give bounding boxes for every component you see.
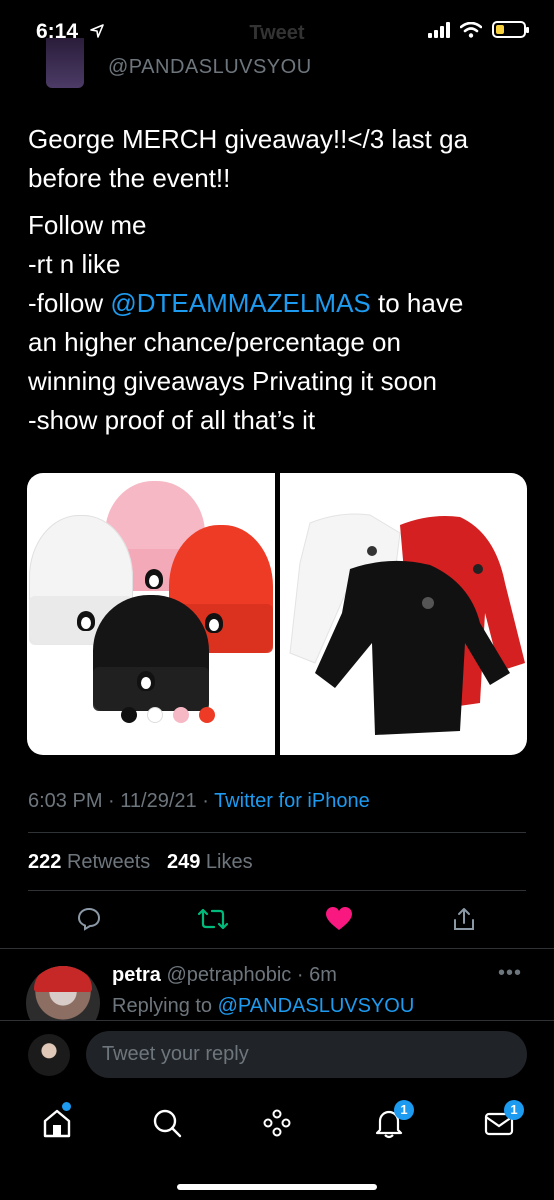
mention-link[interactable]: @DTEAMMAZELMAS bbox=[110, 288, 370, 318]
media-image-beanies[interactable] bbox=[27, 473, 275, 755]
reply-input[interactable]: Tweet your reply bbox=[86, 1031, 527, 1078]
penguin-logo bbox=[77, 611, 95, 631]
more-options-icon[interactable]: ••• bbox=[498, 962, 522, 985]
media-image-sweaters[interactable] bbox=[279, 473, 527, 755]
tweet-stats: 222 Retweets 249 Likes bbox=[28, 851, 253, 874]
status-indicators bbox=[428, 21, 529, 38]
retweets-count[interactable]: 222 bbox=[28, 851, 61, 873]
divider bbox=[28, 832, 526, 833]
tweet-actions bbox=[0, 900, 554, 944]
wifi-icon bbox=[460, 21, 482, 38]
share-icon bbox=[454, 908, 474, 930]
tweet-text-line: -follow @DTEAMMAZELMAS to have bbox=[28, 284, 538, 323]
reply-author[interactable]: petra @petraphobic · 6m bbox=[112, 964, 337, 987]
tweet-text-line: an higher chance/percentage on bbox=[28, 327, 401, 357]
heart-icon bbox=[326, 907, 352, 930]
replying-prefix: Replying to bbox=[112, 995, 218, 1017]
spaces-icon bbox=[263, 1109, 291, 1137]
meta-separator: · bbox=[196, 790, 215, 812]
tweet-media bbox=[27, 473, 527, 755]
likes-count[interactable]: 249 bbox=[167, 851, 200, 873]
penguin-logo bbox=[205, 613, 223, 633]
tweet-text: George MERCH giveaway!!</3 last ga befor… bbox=[28, 120, 538, 448]
like-button[interactable] bbox=[325, 906, 353, 937]
replying-to: Replying to @PANDASLUVSYOU bbox=[112, 995, 414, 1018]
messages-badge: 1 bbox=[504, 1100, 524, 1120]
home-indicator bbox=[177, 1184, 377, 1190]
tweet-text-line: George MERCH giveaway!!</3 last ga bbox=[28, 124, 469, 154]
tweet-date: 11/29/21 bbox=[120, 790, 197, 812]
divider bbox=[0, 948, 554, 949]
reply-time: 6m bbox=[309, 964, 337, 986]
battery-icon bbox=[492, 21, 529, 38]
tab-spaces[interactable] bbox=[260, 1106, 294, 1140]
color-swatch bbox=[173, 707, 189, 723]
color-swatch bbox=[121, 707, 137, 723]
notifications-badge: 1 bbox=[394, 1100, 414, 1120]
author-handle[interactable]: @PANDASLUVSYOU bbox=[108, 56, 312, 79]
home-icon bbox=[43, 1109, 71, 1138]
likes-label[interactable]: Likes bbox=[206, 851, 253, 873]
reply-button[interactable] bbox=[76, 906, 102, 937]
author-avatar[interactable] bbox=[46, 38, 84, 88]
divider bbox=[28, 890, 526, 891]
tab-search[interactable] bbox=[150, 1106, 184, 1140]
reply-author-name[interactable]: petra bbox=[112, 964, 161, 986]
tweet-text-fragment: -follow bbox=[28, 288, 111, 318]
retweet-icon bbox=[197, 908, 229, 930]
home-new-dot bbox=[62, 1102, 71, 1111]
reply-author-handle[interactable]: @petraphobic bbox=[166, 964, 291, 986]
tweet-time: 6:03 PM bbox=[28, 790, 103, 812]
tweet-text-fragment: to have bbox=[370, 288, 464, 318]
tweet-text-line: -show proof of all that’s it bbox=[28, 405, 316, 435]
color-swatch bbox=[147, 707, 163, 723]
retweet-button[interactable] bbox=[197, 906, 229, 937]
tab-notifications[interactable]: 1 bbox=[372, 1100, 414, 1140]
beanie-black bbox=[93, 595, 209, 711]
replying-to-mention[interactable]: @PANDASLUVSYOU bbox=[218, 995, 415, 1017]
retweets-label[interactable]: Retweets bbox=[67, 851, 150, 873]
tweet-text-line: before the event!! bbox=[28, 163, 231, 193]
reply-separator: · bbox=[291, 964, 310, 986]
tab-messages[interactable]: 1 bbox=[482, 1100, 524, 1140]
penguin-logo bbox=[145, 569, 163, 589]
reply-icon bbox=[77, 907, 101, 931]
tweet-source-link[interactable]: Twitter for iPhone bbox=[214, 790, 370, 812]
sweaters-illustration bbox=[288, 513, 525, 735]
tab-home[interactable] bbox=[40, 1102, 74, 1140]
tweet-meta: 6:03 PM · 11/29/21 · Twitter for iPhone bbox=[28, 790, 370, 813]
cellular-signal-icon bbox=[428, 21, 450, 38]
share-button[interactable] bbox=[451, 906, 477, 937]
color-swatch bbox=[199, 707, 215, 723]
search-icon bbox=[153, 1109, 182, 1138]
penguin-logo bbox=[137, 671, 155, 691]
tweet-text-line: -rt n like bbox=[28, 249, 121, 279]
tweet-text-line: winning giveaways Privating it soon bbox=[28, 366, 437, 396]
my-avatar bbox=[28, 1034, 70, 1076]
tweet-text-line: Follow me bbox=[28, 210, 147, 240]
meta-separator: · bbox=[102, 790, 121, 812]
